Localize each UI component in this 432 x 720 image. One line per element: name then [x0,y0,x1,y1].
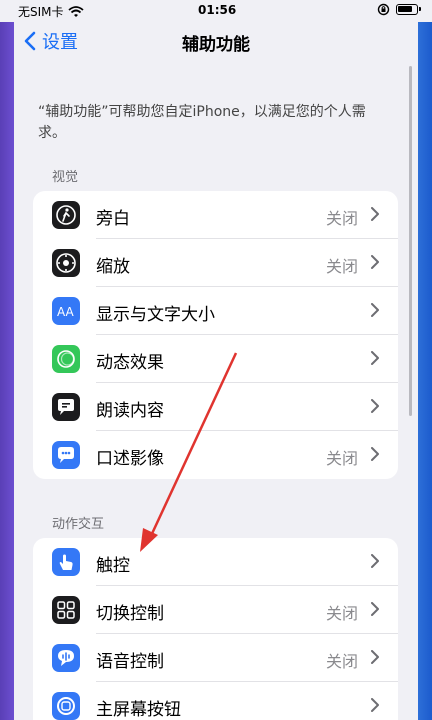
switch-control-icon [52,596,80,624]
section-label-vision: 视觉 [52,170,79,185]
carrier-label: 无SIM卡 [18,5,64,19]
row-value: 关闭 [325,449,358,468]
row-value: 关闭 [325,257,358,276]
chevron-right-icon [371,207,379,221]
row-spoken-content[interactable]: 朗读内容 [33,383,398,431]
voice-control-icon [52,644,80,672]
status-left: 无SIM卡 [18,3,84,20]
chevron-right-icon [371,650,379,664]
interaction-group: 触控 切换控制 关闭 语音控制 关闭 主屏幕按钮 [33,538,398,720]
status-bar: 无SIM卡 01:56 [0,0,432,22]
home-button-icon [52,692,80,720]
row-home-button[interactable]: 主屏幕按钮 [33,682,398,720]
voiceover-icon [52,201,80,229]
audio-description-icon [52,441,80,469]
chevron-right-icon [371,351,379,365]
chevron-right-icon [371,399,379,413]
settings-screen: 设置 辅助功能 “辅助功能”可帮助您自定iPhone，以满足您的个人需求。 视觉… [14,0,418,720]
row-voice-control[interactable]: 语音控制 关闭 [33,634,398,682]
row-audio-descriptions[interactable]: 口述影像 关闭 [33,431,398,479]
chevron-right-icon [371,255,379,269]
intro-text: “辅助功能”可帮助您自定iPhone，以满足您的个人需求。 [38,104,366,141]
row-value: 关闭 [325,604,358,623]
wifi-icon [67,5,84,17]
scrollbar[interactable] [409,66,412,416]
row-zoom[interactable]: 缩放 关闭 [33,239,398,287]
vision-group: 旁白 关闭 缩放 关闭 AA 显示与文字大小 动态效果 朗读内容 口述影像 关闭 [33,191,398,479]
orientation-lock-icon [377,3,390,16]
nav-bar: 设置 辅助功能 [14,22,418,62]
page-title: 辅助功能 [182,35,250,55]
row-label: 切换控制 [96,604,164,624]
row-label: 口述影像 [96,449,164,469]
status-time: 01:56 [198,3,237,17]
chevron-right-icon [371,602,379,616]
chevron-right-icon [371,303,379,317]
status-right [377,3,421,16]
row-label: 显示与文字大小 [96,305,215,325]
battery-level [398,6,412,12]
row-voiceover[interactable]: 旁白 关闭 [33,191,398,239]
row-display-text-size[interactable]: AA 显示与文字大小 [33,287,398,335]
row-motion[interactable]: 动态效果 [33,335,398,383]
row-label: 缩放 [96,257,130,277]
row-label: 旁白 [96,209,130,229]
row-value: 关闭 [325,652,358,671]
section-label-physical-motor: 动作交互 [52,517,105,532]
touch-icon [52,548,80,576]
motion-icon [52,345,80,373]
battery-icon [396,4,421,15]
text-size-icon: AA [52,297,80,325]
row-label: 触控 [96,556,130,576]
chevron-right-icon [371,447,379,461]
spoken-content-icon [52,393,80,421]
chevron-right-icon [371,698,379,712]
svg-text:AA: AA [57,305,75,319]
row-value: 关闭 [325,209,358,228]
chevron-right-icon [371,554,379,568]
row-label: 语音控制 [96,652,164,672]
row-touch[interactable]: 触控 [33,538,398,586]
row-label: 主屏幕按钮 [96,700,181,720]
row-label: 朗读内容 [96,401,164,421]
row-label: 动态效果 [96,353,164,373]
row-switch-control[interactable]: 切换控制 关闭 [33,586,398,634]
zoom-icon [52,249,80,277]
